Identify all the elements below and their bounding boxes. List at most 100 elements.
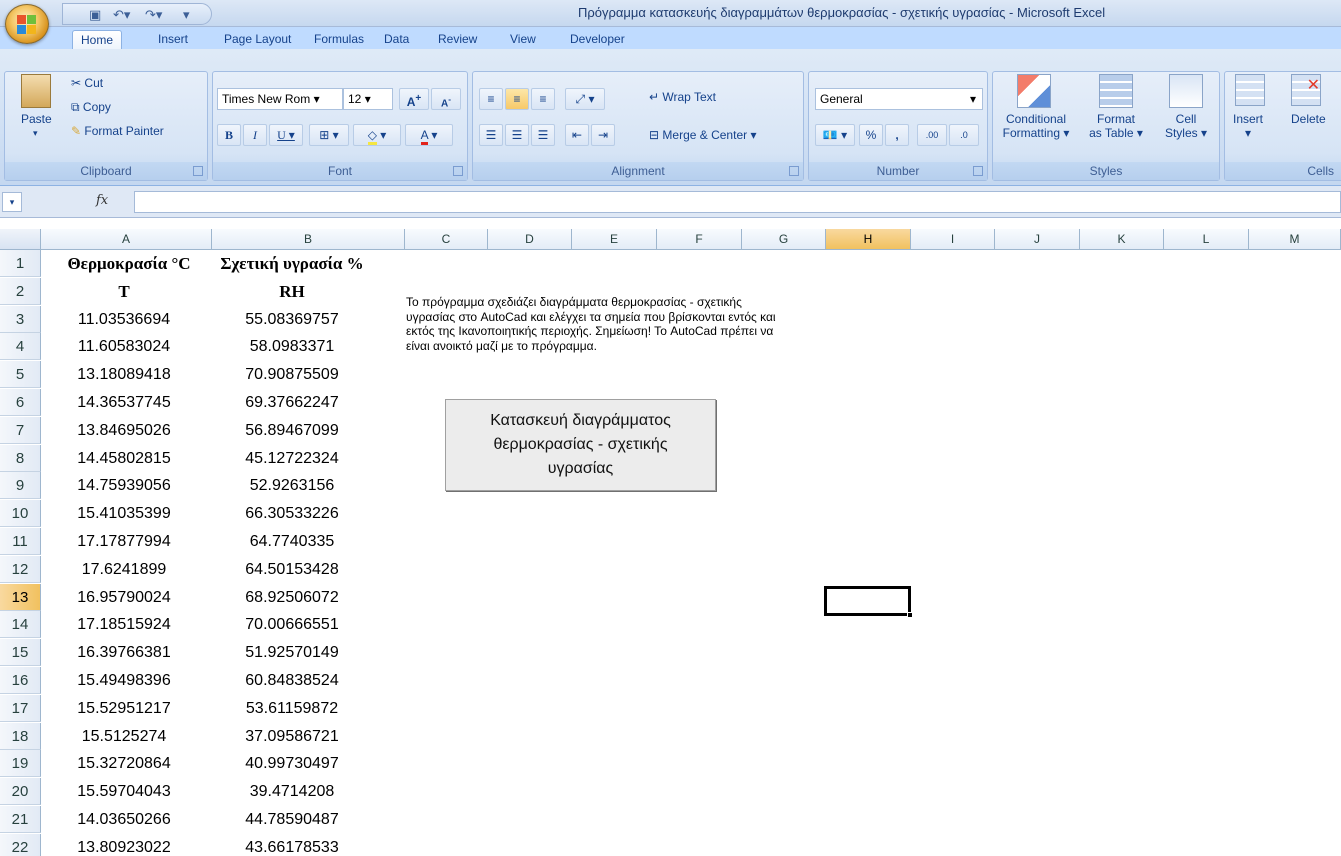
cell-b15-humidity[interactable]: 51.92570149 [212, 639, 372, 666]
copy-button[interactable]: ⧉ Copy [71, 100, 111, 115]
column-header-d[interactable]: D [488, 229, 572, 250]
row-header-17[interactable]: 17 [0, 695, 41, 722]
customize-qat-icon[interactable]: ▾ [183, 7, 190, 23]
cell-b11-humidity[interactable]: 64.7740335 [212, 528, 372, 555]
insert-cells-button[interactable]: Insert ▾ [1233, 112, 1263, 140]
tab-page-layout[interactable]: Page Layout [216, 30, 299, 49]
column-header-k[interactable]: K [1080, 229, 1164, 250]
comma-style-button[interactable]: , [885, 124, 909, 146]
align-center-button[interactable]: ☰ [505, 124, 529, 146]
cell-a15-temperature[interactable]: 16.39766381 [44, 639, 204, 666]
cell-a21-temperature[interactable]: 14.03650266 [44, 806, 204, 833]
column-header-m[interactable]: M [1249, 229, 1341, 250]
column-header-c[interactable]: C [405, 229, 488, 250]
merge-center-button[interactable]: ⊟ Merge & Center ▾ [649, 128, 756, 142]
column-header-a[interactable]: A [41, 229, 212, 250]
cut-button[interactable]: ✂ Cut [71, 76, 103, 90]
row-header-6[interactable]: 6 [0, 389, 41, 416]
align-middle-button[interactable]: ≡ [505, 88, 529, 110]
cell-a1-temperature-header[interactable]: Θερμοκρασία °C [44, 250, 214, 277]
grow-font-button[interactable]: A+ [399, 88, 429, 110]
cell-b19-humidity[interactable]: 40.99730497 [212, 750, 372, 777]
number-launcher-icon[interactable] [973, 166, 983, 176]
cell-b18-humidity[interactable]: 37.09586721 [212, 723, 372, 750]
orientation-button[interactable]: ⤢ ▾ [565, 88, 605, 110]
cell-b4-humidity[interactable]: 58.0983371 [212, 333, 372, 360]
row-header-21[interactable]: 21 [0, 806, 41, 833]
clipboard-launcher-icon[interactable] [193, 166, 203, 176]
tab-home[interactable]: Home [72, 30, 123, 49]
cell-b22-humidity[interactable]: 43.66178533 [212, 834, 372, 856]
row-header-20[interactable]: 20 [0, 778, 41, 805]
row-header-18[interactable]: 18 [0, 723, 41, 750]
column-header-i[interactable]: I [911, 229, 995, 250]
insert-function-icon[interactable]: fx [96, 193, 108, 208]
cell-b13-humidity[interactable]: 68.92506072 [212, 584, 372, 611]
bold-button[interactable]: B [217, 124, 241, 146]
cell-b8-humidity[interactable]: 45.12722324 [212, 445, 372, 472]
tab-view[interactable]: View [502, 30, 544, 49]
fill-handle[interactable] [907, 612, 913, 618]
delete-cells-button[interactable]: Delete [1291, 112, 1326, 126]
cell-a10-temperature[interactable]: 15.41035399 [44, 500, 204, 527]
name-box-dropdown[interactable]: ▾ [2, 192, 22, 212]
row-header-1[interactable]: 1 [0, 250, 41, 277]
alignment-launcher-icon[interactable] [789, 166, 799, 176]
column-header-e[interactable]: E [572, 229, 657, 250]
conditional-formatting-button[interactable]: Conditional Formatting ▾ [999, 112, 1073, 140]
create-diagram-button[interactable]: Κατασκευή διαγράμματος θερμοκρασίας - σχ… [445, 399, 716, 491]
cell-a14-temperature[interactable]: 17.18515924 [44, 611, 204, 638]
paste-icon[interactable] [21, 74, 51, 108]
cell-a6-temperature[interactable]: 14.36537745 [44, 389, 204, 416]
align-left-button[interactable]: ☰ [479, 124, 503, 146]
cell-b7-humidity[interactable]: 56.89467099 [212, 417, 372, 444]
row-header-4[interactable]: 4 [0, 333, 41, 360]
column-header-l[interactable]: L [1164, 229, 1249, 250]
cell-styles-button[interactable]: Cell Styles ▾ [1155, 112, 1217, 140]
tab-data[interactable]: Data [376, 30, 417, 49]
paste-dropdown-icon[interactable]: ▾ [33, 128, 38, 139]
percent-style-button[interactable]: % [859, 124, 883, 146]
row-header-16[interactable]: 16 [0, 667, 41, 694]
cell-b16-humidity[interactable]: 60.84838524 [212, 667, 372, 694]
select-all-corner[interactable] [0, 229, 41, 250]
wrap-text-button[interactable]: ↵ Wrap Text [649, 90, 716, 104]
cell-a3-temperature[interactable]: 11.03536694 [44, 306, 204, 333]
borders-button[interactable]: ⊞ ▾ [309, 124, 349, 146]
office-button[interactable] [5, 4, 49, 44]
align-bottom-button[interactable]: ≡ [531, 88, 555, 110]
font-name-select[interactable]: Times New Rom ▾ [217, 88, 343, 110]
cell-a11-temperature[interactable]: 17.17877994 [44, 528, 204, 555]
cell-a4-temperature[interactable]: 11.60583024 [44, 333, 204, 360]
tab-insert[interactable]: Insert [150, 30, 196, 49]
cell-a20-temperature[interactable]: 15.59704043 [44, 778, 204, 805]
row-header-12[interactable]: 12 [0, 556, 41, 583]
tab-developer[interactable]: Developer [562, 30, 633, 49]
row-header-5[interactable]: 5 [0, 361, 41, 388]
cell-b6-humidity[interactable]: 69.37662247 [212, 389, 372, 416]
cell-b9-humidity[interactable]: 52.9263156 [212, 472, 372, 499]
shrink-font-button[interactable]: A- [431, 88, 461, 110]
row-header-14[interactable]: 14 [0, 611, 41, 638]
redo-icon[interactable]: ↷▾ [145, 7, 162, 23]
cell-b3-humidity[interactable]: 55.08369757 [212, 306, 372, 333]
tab-formulas[interactable]: Formulas [306, 30, 372, 49]
row-header-22[interactable]: 22 [0, 834, 41, 856]
italic-button[interactable]: I [243, 124, 267, 146]
row-header-9[interactable]: 9 [0, 472, 41, 499]
font-color-button[interactable]: A ▾ [405, 124, 453, 146]
underline-button[interactable]: U ▾ [269, 124, 303, 146]
cell-a19-temperature[interactable]: 15.32720864 [44, 750, 204, 777]
column-header-b[interactable]: B [212, 229, 405, 250]
cell-a7-temperature[interactable]: 13.84695026 [44, 417, 204, 444]
tab-review[interactable]: Review [430, 30, 485, 49]
save-icon[interactable]: ▣ [89, 7, 101, 23]
font-launcher-icon[interactable] [453, 166, 463, 176]
cell-b20-humidity[interactable]: 39.4714208 [212, 778, 372, 805]
cell-a18-temperature[interactable]: 15.5125274 [44, 723, 204, 750]
format-as-table-button[interactable]: Format as Table ▾ [1081, 112, 1151, 140]
align-right-button[interactable]: ☰ [531, 124, 555, 146]
cell-b21-humidity[interactable]: 44.78590487 [212, 806, 372, 833]
cell-b14-humidity[interactable]: 70.00666551 [212, 611, 372, 638]
increase-decimal-button[interactable]: .00 [917, 124, 947, 146]
